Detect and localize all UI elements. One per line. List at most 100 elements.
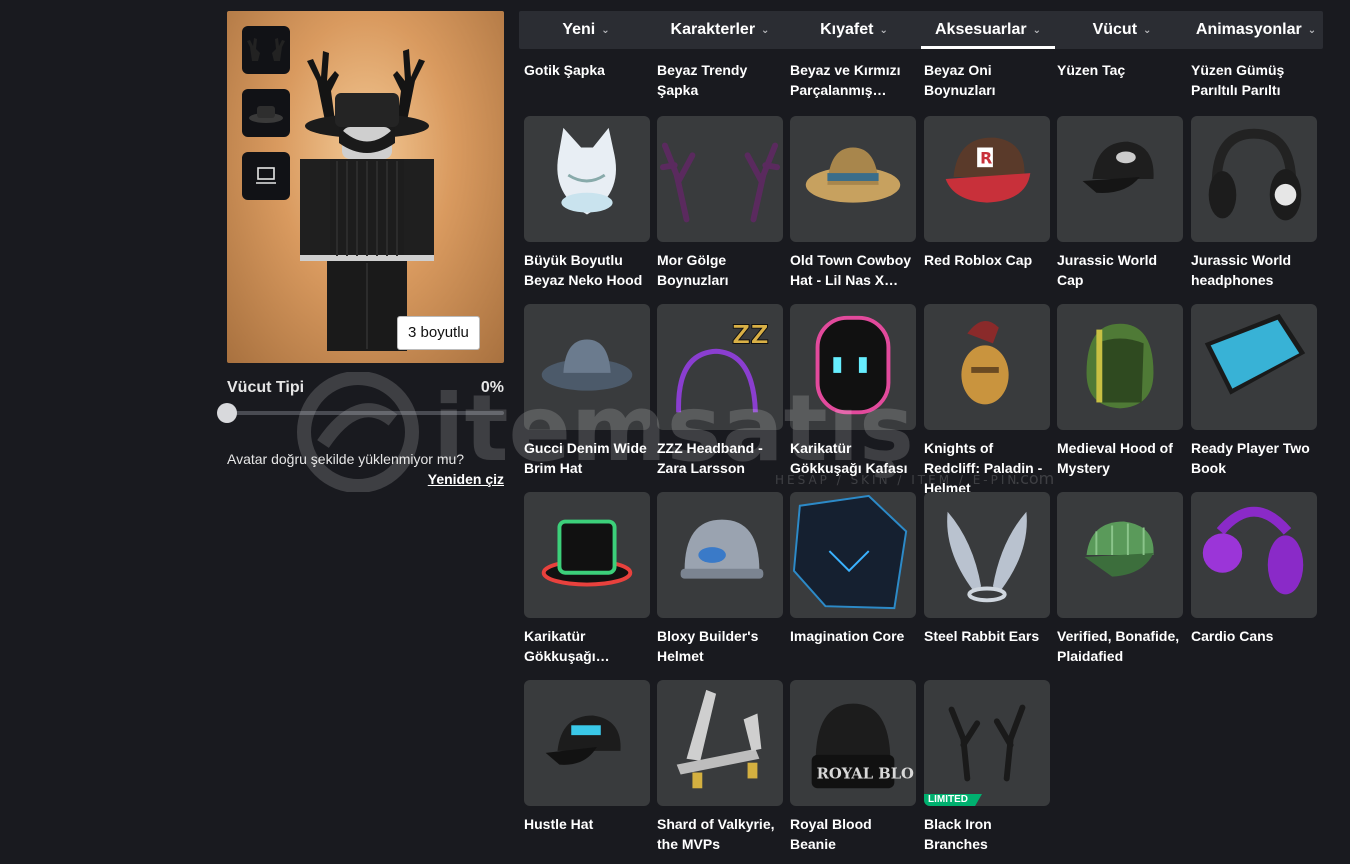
paladin-helmet-icon (961, 320, 1009, 405)
item-thumbnail[interactable] (924, 304, 1050, 430)
item-thumbnail[interactable] (1191, 116, 1317, 242)
avatar-thumb-antlers[interactable] (242, 26, 290, 74)
item-name[interactable]: Imagination Core (790, 626, 916, 646)
item-name[interactable]: Black Iron Branches (924, 814, 1050, 854)
item-name[interactable]: Ready Player Two Book (1191, 438, 1317, 478)
item-thumbnail[interactable] (1057, 116, 1183, 242)
item-thumbnail[interactable] (524, 492, 650, 618)
item-thumbnail[interactable] (1191, 492, 1317, 618)
avatar-thumb-monitor[interactable] (242, 152, 290, 200)
avatar-thumb-hat[interactable] (242, 89, 290, 137)
item-card[interactable]: Old Town Cowboy Hat - Lil Nas X… (790, 116, 916, 290)
item-thumbnail[interactable] (524, 680, 650, 806)
item-name[interactable]: Medieval Hood of Mystery (1057, 438, 1183, 478)
body-type-slider-knob[interactable] (217, 403, 237, 423)
category-tabs: Yeni ⌄ Karakterler ⌄ Kıyafet ⌄ Aksesuarlar ⌄ Vüc… (519, 11, 1323, 49)
item-card[interactable]: Karikatür Gökkuşağı Kafası (790, 304, 916, 478)
item-thumbnail[interactable] (790, 492, 916, 618)
item-name[interactable]: Karikatür Gökkuşağı… (524, 626, 650, 666)
item-card[interactable]: Imagination Core (790, 492, 916, 646)
item-card[interactable]: Hustle Hat (524, 680, 650, 834)
item-name[interactable]: Old Town Cowboy Hat - Lil Nas X… (790, 250, 916, 290)
item-thumbnail[interactable] (657, 680, 783, 806)
item-name[interactable]: Knights of Redcliff: Paladin - Helmet (924, 438, 1050, 498)
item-card[interactable]: Gucci Denim Wide Brim Hat (524, 304, 650, 478)
item-name[interactable]: Gucci Denim Wide Brim Hat (524, 438, 650, 478)
item-card[interactable]: Bloxy Builder's Helmet (657, 492, 783, 666)
item-thumbnail[interactable] (524, 116, 650, 242)
item-card[interactable]: ZZ ZZZ Headband - Zara Larsson (657, 304, 783, 478)
neko-hood-icon (557, 127, 616, 215)
item-card[interactable]: LIMITED Black Iron Branches (924, 680, 1050, 854)
body-type-slider-track[interactable] (227, 411, 504, 415)
builder-helmet-icon (680, 519, 764, 579)
toggle-3d-button[interactable]: 3 boyutlu (397, 316, 480, 350)
item-name[interactable]: Yüzen Taç (1057, 60, 1183, 80)
antlers-icon (247, 38, 285, 61)
avatar-figure-icon (300, 49, 434, 351)
tab-karakterler[interactable]: Karakterler ⌄ (653, 11, 787, 49)
avatar-load-note: Avatar doğru şekilde yüklenmiyor mu? (227, 451, 465, 467)
item-card[interactable]: Mor Gölge Boynuzları (657, 116, 783, 290)
zzz-headband-icon: ZZ (676, 320, 769, 413)
item-name[interactable]: Karikatür Gökkuşağı Kafası (790, 438, 916, 478)
item-name[interactable]: Jurassic World Cap (1057, 250, 1183, 290)
item-name[interactable]: ZZZ Headband - Zara Larsson (657, 438, 783, 478)
item-name[interactable]: Red Roblox Cap (924, 250, 1050, 270)
item-name[interactable]: Jurassic World headphones (1191, 250, 1317, 290)
item-name[interactable]: Beyaz ve Kırmızı Parçalanmış… (790, 60, 916, 100)
tab-yeni[interactable]: Yeni ⌄ (519, 11, 653, 49)
tab-aksesuarlar[interactable]: Aksesuarlar ⌄ (921, 11, 1055, 49)
item-thumbnail[interactable]: R (924, 116, 1050, 242)
item-thumbnail[interactable] (657, 492, 783, 618)
item-name[interactable]: Beyaz Trendy Şapka (657, 60, 783, 100)
item-card[interactable]: Jurassic World Cap (1057, 116, 1183, 290)
item-thumbnail[interactable] (657, 116, 783, 242)
item-card[interactable]: Jurassic World headphones (1191, 116, 1317, 290)
item-card[interactable]: Cardio Cans (1191, 492, 1317, 646)
item-name[interactable]: Yüzen Gümüş Parıltılı Parıltı (1191, 60, 1317, 100)
item-name[interactable]: Büyük Boyutlu Beyaz Neko Hood (524, 250, 650, 290)
item-name[interactable]: Cardio Cans (1191, 626, 1317, 646)
item-name[interactable]: Mor Gölge Boynuzları (657, 250, 783, 290)
rainbow-head-icon (815, 315, 891, 415)
item-name[interactable]: Gotik Şapka (524, 60, 650, 80)
item-card[interactable]: Karikatür Gökkuşağı… (524, 492, 650, 666)
item-name[interactable]: Verified, Bonafide, Plaidafied (1057, 626, 1183, 666)
item-thumbnail[interactable] (790, 116, 916, 242)
beanie-text: ROYAL BLO (817, 765, 914, 782)
redraw-link[interactable]: Yeniden çiz (227, 471, 504, 487)
item-thumbnail[interactable]: LIMITED (924, 680, 1050, 806)
body-type-value: 0% (480, 379, 504, 396)
black-cap-icon (1082, 141, 1154, 193)
item-thumbnail[interactable] (924, 492, 1050, 618)
item-card[interactable]: Knights of Redcliff: Paladin - Helmet (924, 304, 1050, 498)
item-thumbnail[interactable]: ROYAL BLO (790, 680, 916, 806)
item-thumbnail[interactable] (790, 304, 916, 430)
item-thumbnail[interactable] (1057, 304, 1183, 430)
tab-animasyonlar[interactable]: Animasyonlar ⌄ (1189, 11, 1323, 49)
rabbit-ears-icon (947, 511, 1027, 603)
item-name[interactable]: Royal Blood Beanie (790, 814, 916, 854)
item-thumbnail[interactable]: ZZ (657, 304, 783, 430)
item-card[interactable]: Büyük Boyutlu Beyaz Neko Hood (524, 116, 650, 290)
tab-vücut[interactable]: Vücut ⌄ (1055, 11, 1189, 49)
tab-kıyafet[interactable]: Kıyafet ⌄ (787, 11, 921, 49)
item-thumbnail[interactable] (1057, 492, 1183, 618)
item-name[interactable]: Beyaz Oni Boynuzları (924, 60, 1050, 100)
item-card[interactable]: Ready Player Two Book (1191, 304, 1317, 478)
item-card[interactable]: Medieval Hood of Mystery (1057, 304, 1183, 478)
item-thumbnail[interactable] (1191, 304, 1317, 430)
item-name[interactable]: Bloxy Builder's Helmet (657, 626, 783, 666)
imagination-core-icon (792, 494, 908, 610)
item-name[interactable]: Shard of Valkyrie, the MVPs (657, 814, 783, 854)
item-card[interactable]: ROYAL BLO Royal Blood Beanie (790, 680, 916, 854)
item-thumbnail[interactable] (524, 304, 650, 430)
item-name[interactable]: Steel Rabbit Ears (924, 626, 1050, 646)
item-name[interactable]: Hustle Hat (524, 814, 650, 834)
tab-label: Animasyonlar (1195, 21, 1302, 38)
item-card[interactable]: R Red Roblox Cap (924, 116, 1050, 270)
item-card[interactable]: Shard of Valkyrie, the MVPs (657, 680, 783, 854)
item-card[interactable]: Steel Rabbit Ears (924, 492, 1050, 646)
item-card[interactable]: Verified, Bonafide, Plaidafied (1057, 492, 1183, 666)
